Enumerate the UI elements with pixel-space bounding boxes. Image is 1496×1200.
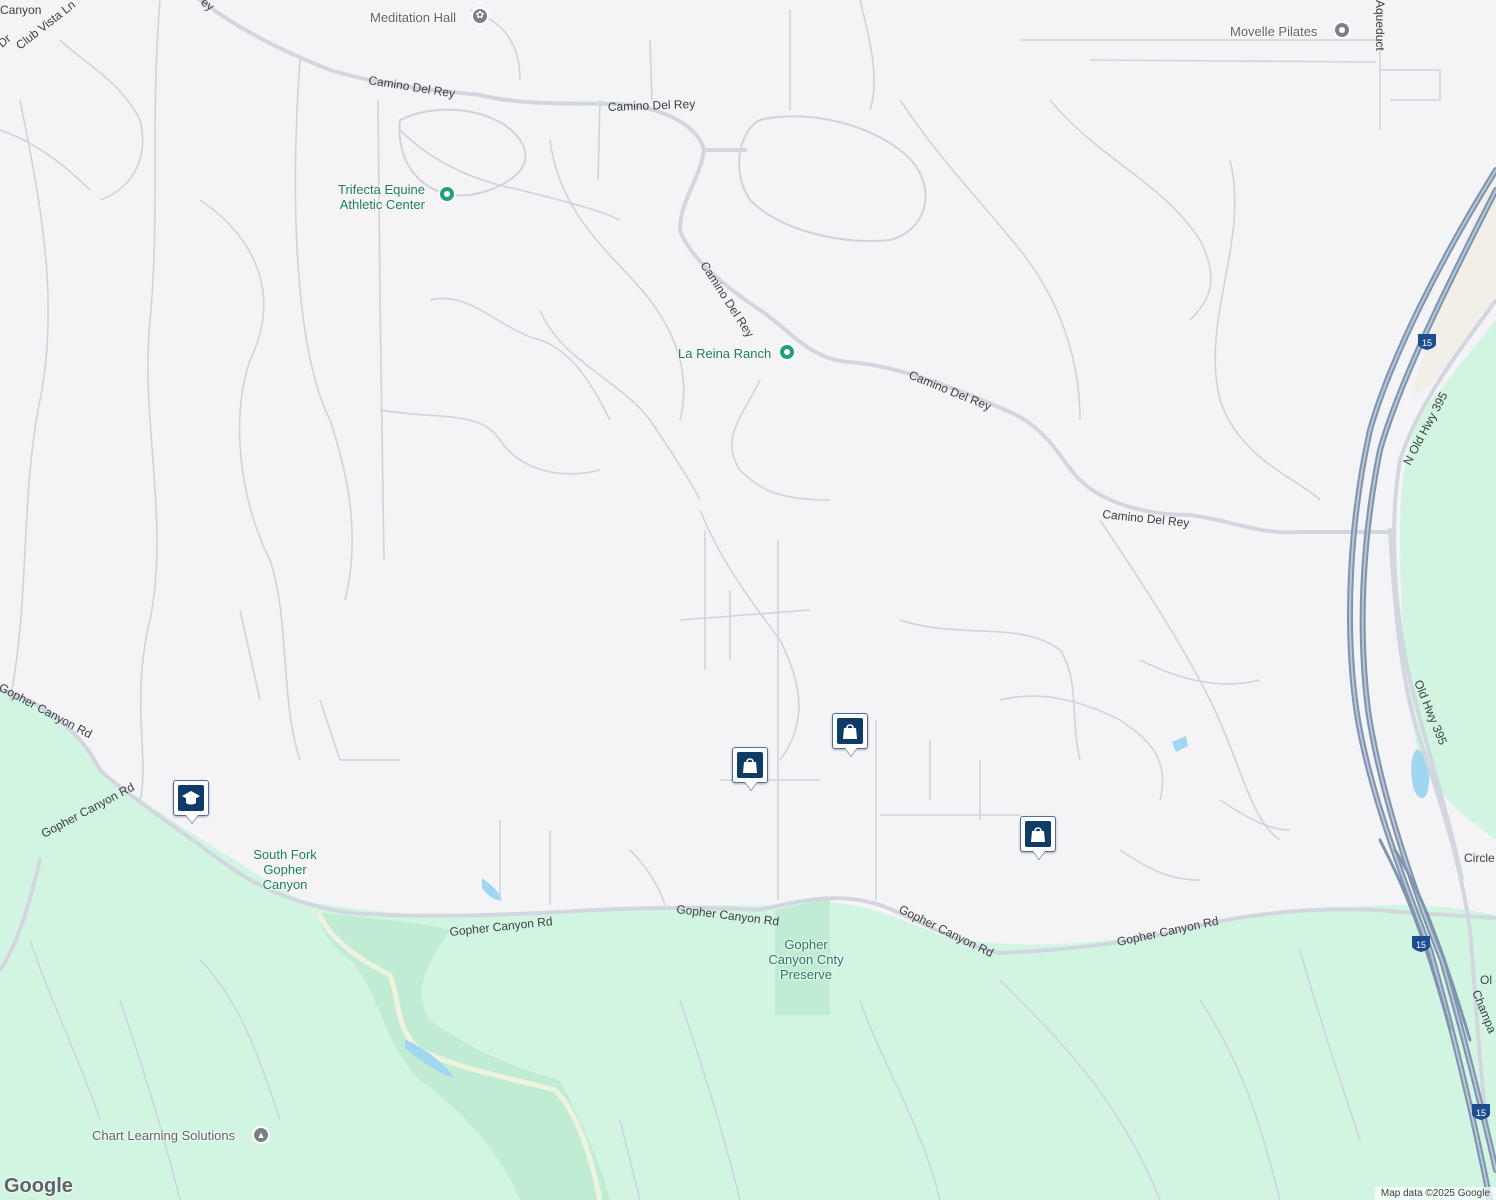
shopping-bag-marker[interactable] [1020,816,1056,852]
park-pin-icon[interactable] [438,185,456,203]
school-icon[interactable]: ▲ [252,1126,270,1144]
poi-label-line: Canyon Cnty [768,952,844,967]
road-label-camino-del-rey: Camino Del Rey [907,368,993,414]
shopping-bag-icon [1025,821,1051,847]
poi-label-movelle-pilates[interactable]: Movelle Pilates [1230,24,1317,39]
map-attribution[interactable]: Map data ©2025 Google [1374,1187,1496,1200]
poi-label-meditation-hall[interactable]: Meditation Hall [370,10,456,25]
map-canvas[interactable]: 15 15 15 Camino Del Rey Camino Del Rey C… [0,0,1496,1200]
svg-text:15: 15 [1422,338,1432,348]
shopping-bag-marker[interactable] [732,747,768,783]
ring-road [738,115,927,242]
road-label-old: Ol [1480,973,1492,987]
poi-label-gopher-canyon-cnty-preserve[interactable]: Gopher Canyon Cnty Preserve [762,937,850,982]
poi-label-line: Athletic Center [339,197,425,212]
pond-1 [482,878,502,901]
park-pin-icon[interactable] [778,343,796,361]
road-label-dr: Dr [0,31,14,50]
road-label-camino-del-rey: Camino Del Rey [368,73,456,100]
school-marker[interactable] [173,780,209,816]
shopping-bag-icon [837,718,863,744]
svg-text:15: 15 [1416,940,1426,950]
poi-label-trifecta-equine[interactable]: Trifecta Equine Athletic Center [338,182,425,212]
shopping-bag-marker[interactable] [832,713,868,749]
poi-label-la-reina-ranch[interactable]: La Reina Ranch [678,346,771,361]
shopping-bag-icon [737,752,763,778]
poi-label-chart-learning-solutions[interactable]: Chart Learning Solutions [92,1128,235,1143]
google-logo: Google [4,1175,73,1197]
svg-text:15: 15 [1476,1108,1486,1118]
poi-label-line: Gopher [263,862,307,877]
poi-label-line: Canyon [262,877,308,892]
road-label-aqueduct: Aqueduct [1373,0,1387,51]
poi-label-line: Trifecta Equine [338,182,425,197]
road-label-camino-del-rey: Camino Del Rey [608,97,696,114]
road-label-circle: Circle [1464,851,1495,865]
poi-label-line: Gopher [784,937,828,952]
road-label-canyon: Canyon [0,3,41,17]
poi-label-line: South Fork [253,847,317,862]
temple-icon[interactable]: ✿ [471,7,489,25]
gym-icon[interactable] [1333,21,1351,39]
poi-label-south-fork-gopher-canyon[interactable]: South Fork Gopher Canyon [244,847,326,892]
poi-label-line: Preserve [779,967,833,982]
pond-3 [1172,736,1188,752]
graduation-cap-icon [178,785,204,811]
